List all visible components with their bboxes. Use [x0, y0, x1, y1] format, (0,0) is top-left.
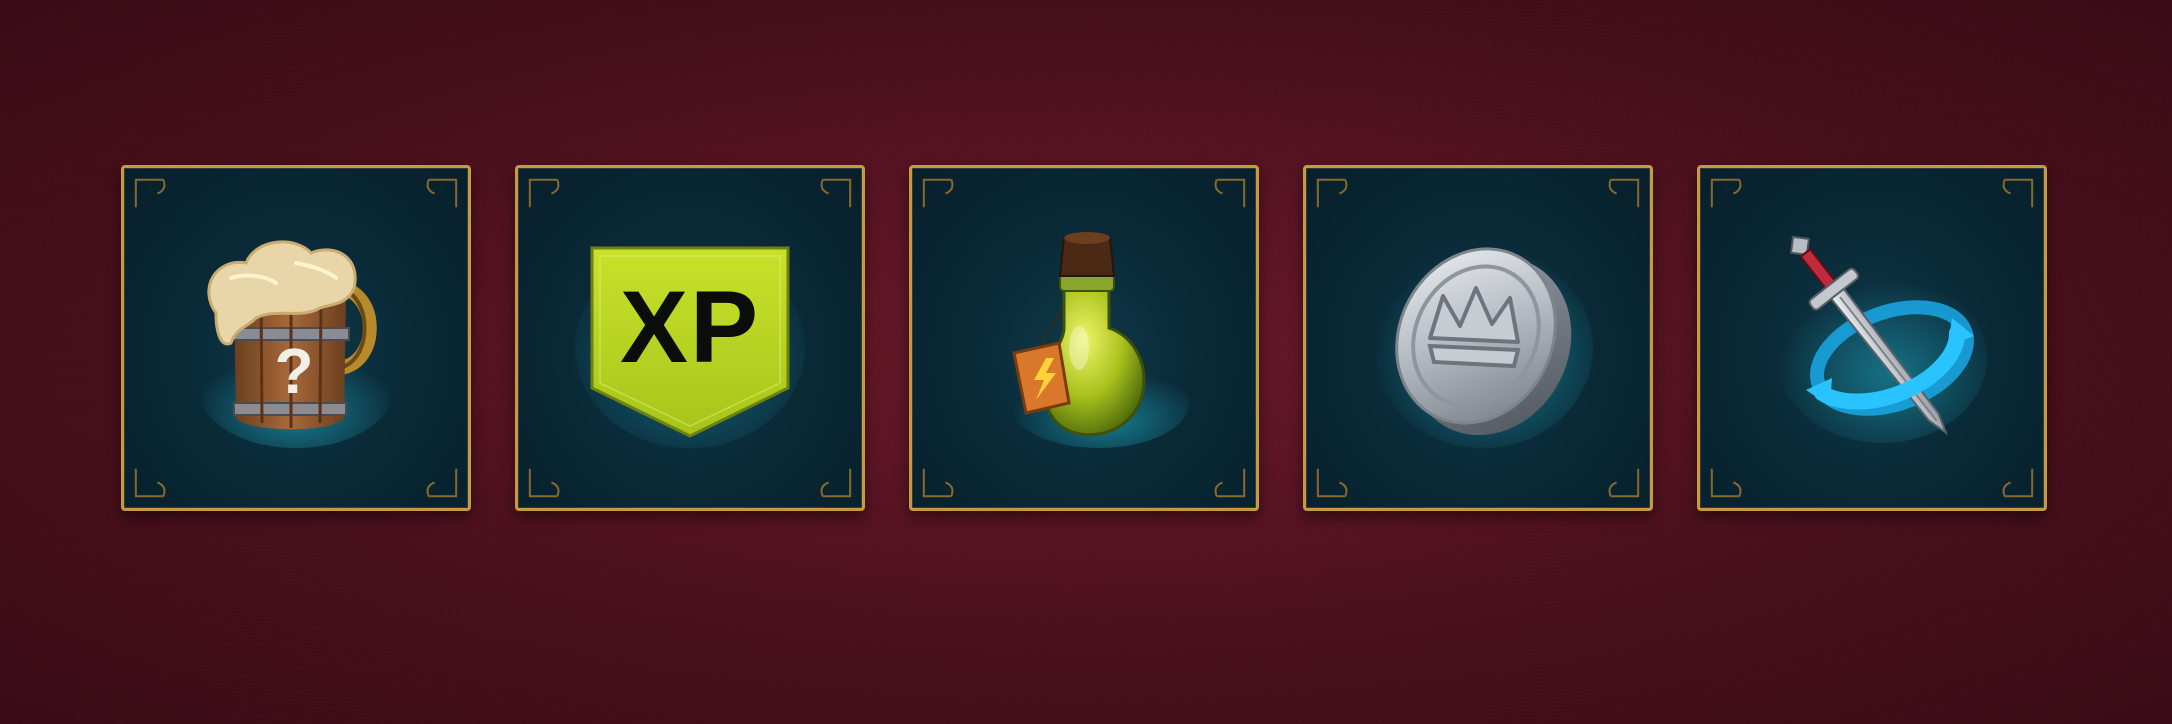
mystery-ale-mug-icon: ? [201, 240, 391, 448]
svg-text:?: ? [274, 335, 313, 407]
xp-banner-icon [575, 246, 805, 448]
energy-potion-icon [1009, 232, 1189, 448]
silver-crown-coin-icon [1373, 247, 1593, 448]
reward-tile-energy-potion[interactable] [909, 165, 1259, 511]
reward-tile-xp[interactable]: XP [515, 165, 865, 511]
reward-tile-crown-coin[interactable] [1303, 165, 1653, 511]
reward-tile-sword-refresh[interactable] [1697, 165, 2047, 511]
sword-refresh-icon [1777, 235, 1987, 443]
reward-row: ? XP [121, 165, 2051, 511]
reward-tile-mystery-mug[interactable]: ? [121, 165, 471, 511]
